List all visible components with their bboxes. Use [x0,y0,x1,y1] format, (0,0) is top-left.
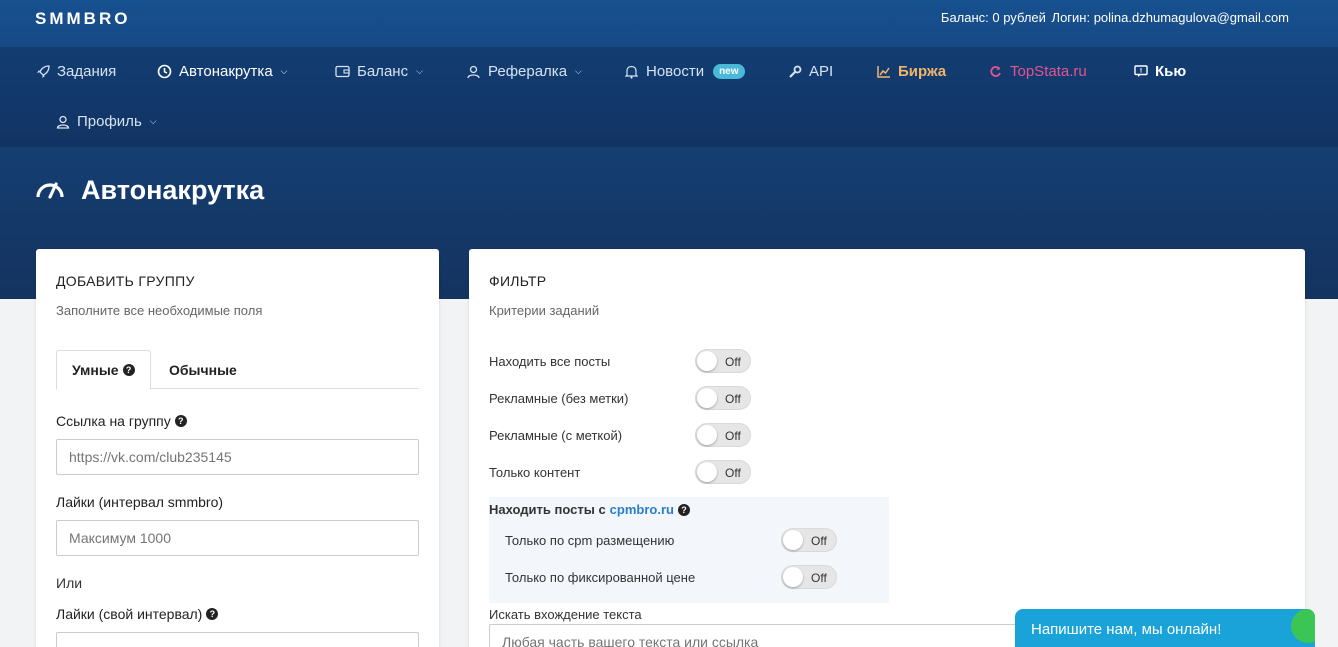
toggle-state: Off [811,534,827,548]
logo[interactable]: SMMBRO [35,9,130,29]
question-icon[interactable]: ? [677,503,690,516]
nav-balance[interactable]: Баланс ⌵ [335,63,423,80]
chevron-down-icon: ⌵ [149,116,157,126]
filter-title: ФИЛЬТР [489,273,547,289]
add-group-card: ДОБАВИТЬ ГРУППУ Заполните все необходимы… [36,249,439,647]
new-badge: new [713,64,745,79]
likes-own-label-text: Лайки (свой интервал) [56,606,203,622]
page-title-text: Автонакрутка [81,175,265,205]
content-only-toggle[interactable]: Off [695,460,751,484]
group-link-label-text: Ссылка на группу [56,413,171,429]
find-all-toggle[interactable]: Off [695,349,751,373]
nav-api[interactable]: API [787,63,833,80]
svg-text:!: ! [1139,68,1142,75]
nav-news-label: Новости [646,63,705,80]
find-all-label: Находить все посты [489,354,611,369]
nav-qu-label: Кью [1155,63,1187,80]
cpmbro-link[interactable]: cpmbro.ru [610,502,674,517]
online-indicator [1291,609,1315,643]
nav-profile[interactable]: Профиль ⌵ [55,113,157,130]
likes-smmbro-label: Лайки (интервал smmbro) [56,494,224,510]
tab-regular[interactable]: Обычные [169,350,237,389]
nav-profile-label: Профиль [77,113,142,130]
search-text-input[interactable] [489,624,1049,647]
chat-widget[interactable]: Напишите нам, мы онлайн! [1015,609,1315,647]
group-link-label: Ссылка на группу ? [56,413,187,429]
cpm-heading: Находить посты с cpmbro.ru ? [489,502,690,517]
tab-smart[interactable]: Умные ? [56,350,151,390]
toggle-state: Off [725,392,741,406]
filter-card: ФИЛЬТР Критерии заданий Находить все пос… [469,249,1305,647]
chart-icon [876,64,891,79]
toggle-state: Off [811,571,827,585]
toggle-state: Off [725,355,741,369]
group-type-tabs: Умные ? Обычные [56,350,419,390]
fixed-price-toggle[interactable]: Off [781,565,837,589]
group-link-input[interactable] [56,439,419,475]
chat-label: Напишите нам, мы онлайн! [1031,621,1222,638]
tab-smart-label: Умные [72,362,119,378]
rocket-icon [35,64,50,79]
add-group-subtitle: Заполните все необходимые поля [56,303,263,318]
nav-autoboost[interactable]: Автонакрутка ⌵ [157,63,287,80]
likes-smmbro-input[interactable] [56,520,419,556]
content-only-label: Только контент [489,465,581,480]
balance-text: Баланс: 0 рублей [940,10,1046,25]
users-icon [466,64,481,79]
ads-with-mark-toggle[interactable]: Off [695,423,751,447]
search-text-label: Искать вхождение текста [489,607,642,622]
nav-balance-label: Баланс [357,63,409,80]
ads-no-mark-toggle[interactable]: Off [695,386,751,410]
wrench-icon [787,64,802,79]
account-info: Баланс: 0 рублей Логин: polina.dzhumagul… [939,10,1289,25]
fixed-price-label: Только по фиксированной цене [505,570,696,585]
nav-tasks-label: Задания [57,63,117,80]
nav-topstata-label: TopStata.ru [1010,63,1087,80]
nav-qu[interactable]: ! Кью [1133,63,1186,80]
question-icon[interactable]: ? [206,608,219,620]
nav-referral-label: Рефералка [488,63,568,80]
chevron-down-icon: ⌵ [280,66,288,76]
wallet-icon [335,64,350,79]
question-icon[interactable]: ? [122,364,135,376]
likes-own-label: Лайки (свой интервал) ? [56,606,219,622]
filter-subtitle: Критерии заданий [489,303,600,318]
nav-topstata[interactable]: TopStata.ru [988,63,1087,80]
ads-no-mark-label: Рекламные (без метки) [489,391,629,406]
chevron-down-icon: ⌵ [575,66,582,76]
cpm-prefix: Находить посты с [489,502,606,517]
nav-api-label: API [809,63,834,80]
tab-regular-label: Обычные [169,361,237,378]
cpm-only-toggle[interactable]: Off [781,528,837,552]
nav-referral[interactable]: Рефералка ⌵ [466,63,582,80]
speedometer-icon [35,175,65,206]
add-group-title: ДОБАВИТЬ ГРУППУ [56,273,195,289]
bell-icon [624,64,639,79]
nav-exchange[interactable]: Биржа [876,63,946,80]
toggle-state: Off [725,466,741,480]
chat-bubble-icon: ! [1133,64,1148,79]
nav-news[interactable]: Новости new [624,63,745,80]
ads-with-mark-label: Рекламные (с меткой) [489,428,623,443]
nav-band [0,47,1338,147]
clock-icon [157,64,172,79]
or-text: Или [56,575,83,591]
nav-autoboost-label: Автонакрутка [179,63,273,80]
page-title: Автонакрутка [35,175,264,206]
cpm-only-label: Только по cpm размещению [505,533,675,548]
nav-exchange-label: Биржа [898,63,947,80]
user-icon [55,114,70,129]
toggle-state: Off [725,429,741,443]
chevron-down-icon: ⌵ [416,66,423,76]
nav-tasks[interactable]: Задания [35,63,116,80]
question-icon[interactable]: ? [174,415,187,427]
refresh-icon [988,64,1003,79]
login-text: Логин: polina.dzhumagulova@gmail.com [1051,10,1289,25]
likes-own-input[interactable] [56,632,419,647]
